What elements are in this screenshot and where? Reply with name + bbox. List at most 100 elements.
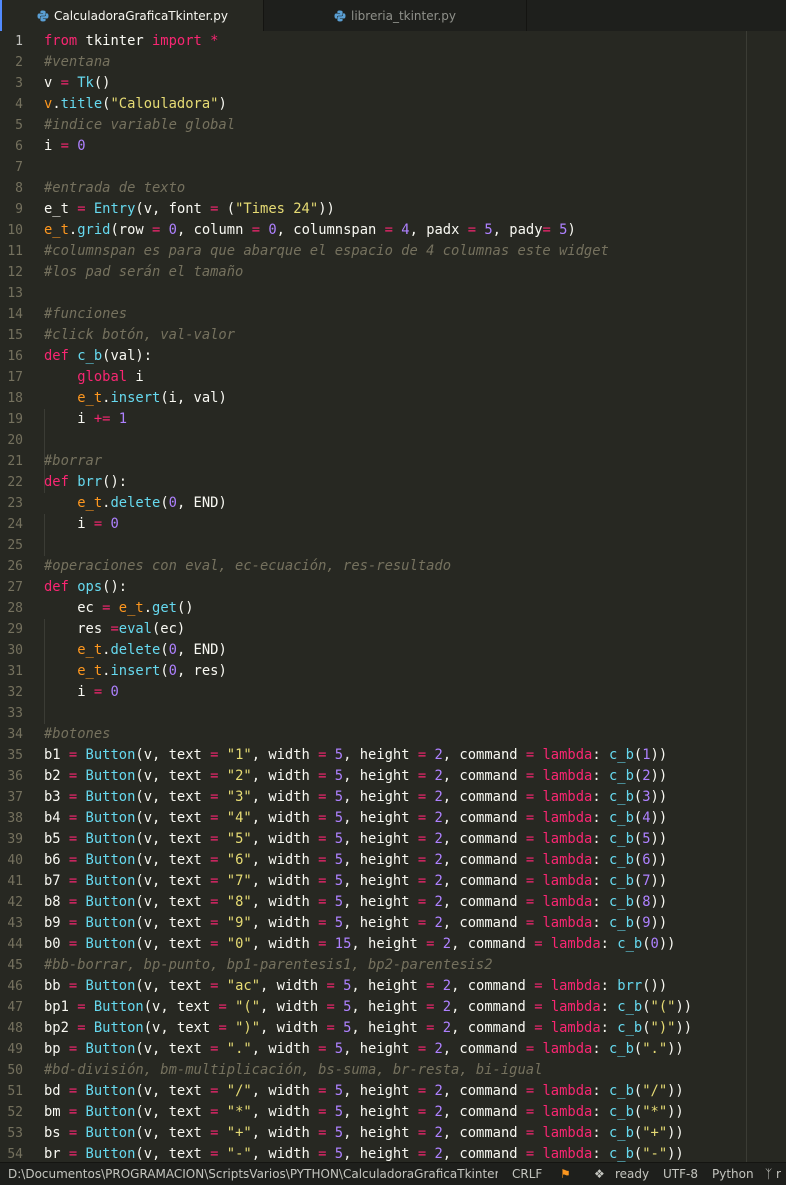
code-token: : xyxy=(592,1146,609,1162)
code-line[interactable]: #botones xyxy=(44,724,786,745)
github-icon[interactable]: ❖ xyxy=(594,1163,605,1185)
code-line[interactable] xyxy=(44,535,786,556)
code-line[interactable]: b3 = Button(v, text = "3", width = 5, he… xyxy=(44,787,786,808)
code-token: delete xyxy=(110,642,161,658)
code-token: c_b xyxy=(77,348,103,364)
code-content[interactable]: from tkinter import * #ventana v = Tk() v.t… xyxy=(44,31,786,1162)
code-token: (i, val) xyxy=(160,390,227,406)
code-line[interactable]: v = Tk() xyxy=(44,73,786,94)
code-line[interactable]: b8 = Button(v, text = "8", width = 5, he… xyxy=(44,892,786,913)
code-line[interactable]: e_t.insert(0, res) xyxy=(44,661,786,682)
code-line[interactable]: bm = Button(v, text = "*", width = 5, he… xyxy=(44,1102,786,1123)
code-token: )) xyxy=(650,831,668,847)
code-line[interactable]: b6 = Button(v, text = "6", width = 5, he… xyxy=(44,850,786,871)
file-path[interactable]: D:\Documentos\PROGRAMACION\ScriptsVarios… xyxy=(8,1163,498,1185)
line-number: 7 xyxy=(15,160,23,175)
code-line[interactable] xyxy=(44,283,786,304)
code-token: , res) xyxy=(176,663,227,679)
code-token: ( xyxy=(642,1020,651,1036)
code-line[interactable]: def ops(): xyxy=(44,577,786,598)
code-line[interactable]: #operaciones con eval, ec-ecuación, res-… xyxy=(44,556,786,577)
code-line[interactable]: #columnspan es para que abarque el espac… xyxy=(44,241,786,262)
status-ready[interactable]: ready xyxy=(615,1163,649,1185)
code-token: = xyxy=(93,516,103,532)
python-icon xyxy=(334,10,346,21)
encoding[interactable]: UTF-8 xyxy=(663,1163,698,1185)
code-token: : xyxy=(592,810,609,826)
code-line[interactable]: e_t.grid(row = 0, column = 0, columnspan… xyxy=(44,220,786,241)
code-line[interactable]: b4 = Button(v, text = "4", width = 5, he… xyxy=(44,808,786,829)
code-line[interactable]: #borrar xyxy=(44,451,786,472)
code-token: (v, text xyxy=(135,1104,211,1120)
code-line[interactable]: e_t.insert(i, val) xyxy=(44,388,786,409)
code-line[interactable]: i += 1 xyxy=(44,409,786,430)
code-line[interactable]: def brr(): xyxy=(44,472,786,493)
code-token: (v, text xyxy=(135,1146,211,1162)
code-line[interactable]: b5 = Button(v, text = "5", width = 5, he… xyxy=(44,829,786,850)
code-line[interactable]: b0 = Button(v, text = "0", width = 15, h… xyxy=(44,934,786,955)
grammar[interactable]: Python xyxy=(712,1163,754,1185)
notification-icon[interactable]: ⚑ xyxy=(560,1163,571,1185)
git-branch[interactable]: ᛉ r xyxy=(765,1163,781,1185)
branch-icon: ᛉ xyxy=(765,1167,773,1181)
code-line[interactable]: b9 = Button(v, text = "9", width = 5, he… xyxy=(44,913,786,934)
code-token: br xyxy=(44,1146,69,1162)
code-line[interactable]: v.title("Calouladora") xyxy=(44,94,786,115)
code-token: (v, text xyxy=(135,894,211,910)
code-token: c_b xyxy=(617,999,643,1015)
code-line[interactable]: from tkinter import * xyxy=(44,31,786,52)
code-line[interactable]: bp1 = Button(v, text = "(", width = 5, h… xyxy=(44,997,786,1018)
code-line[interactable]: b1 = Button(v, text = "1", width = 5, he… xyxy=(44,745,786,766)
code-line[interactable]: #ventana xyxy=(44,52,786,73)
code-editor[interactable]: 1 2 3 4 5 6 7 8 9 10 11 12 13 14 15 16 17 18 19 20 21 22 23 24 2… xyxy=(0,31,786,1162)
code-line[interactable]: br = Button(v, text = "-", width = 5, he… xyxy=(44,1144,786,1162)
code-line[interactable]: bp2 = Button(v, text = ")", width = 5, h… xyxy=(44,1018,786,1039)
code-line[interactable]: #bb-borrar, bp-punto, bp1-parentesis1, b… xyxy=(44,955,786,976)
code-line[interactable]: #entrada de texto xyxy=(44,178,786,199)
line-ending[interactable]: CRLF xyxy=(512,1163,542,1185)
code-line[interactable]: ec = e_t.get() xyxy=(44,598,786,619)
code-line[interactable]: e_t.delete(0, END) xyxy=(44,640,786,661)
code-token: , width xyxy=(251,810,319,826)
code-line[interactable]: #bd-división, bm-multiplicación, bs-suma… xyxy=(44,1060,786,1081)
code-line[interactable]: #los pad serán el tamaño xyxy=(44,262,786,283)
code-line[interactable]: e_t = Entry(v, font = ("Times 24")) xyxy=(44,199,786,220)
code-line[interactable]: res =eval(ec) xyxy=(44,619,786,640)
code-line[interactable]: #funciones xyxy=(44,304,786,325)
code-line[interactable]: bb = Button(v, text = "ac", width = 5, h… xyxy=(44,976,786,997)
code-line[interactable]: #click botón, val-valor xyxy=(44,325,786,346)
code-line[interactable] xyxy=(44,430,786,451)
code-line[interactable]: b7 = Button(v, text = "7", width = 5, he… xyxy=(44,871,786,892)
code-token: , height xyxy=(343,1146,418,1162)
code-token: bp2 xyxy=(44,1020,78,1036)
code-token: ( xyxy=(160,663,169,679)
code-line[interactable] xyxy=(44,703,786,724)
code-line[interactable]: global i xyxy=(44,367,786,388)
code-token: , height xyxy=(351,936,427,952)
code-line[interactable]: i = 0 xyxy=(44,514,786,535)
code-line[interactable]: bd = Button(v, text = "/", width = 5, he… xyxy=(44,1081,786,1102)
code-line[interactable]: def c_b(val): xyxy=(44,346,786,367)
code-line[interactable]: #indice variable global xyxy=(44,115,786,136)
code-line[interactable]: i = 0 xyxy=(44,136,786,157)
code-token: (v, text xyxy=(135,747,211,763)
code-line[interactable]: bp = Button(v, text = ".", width = 5, he… xyxy=(44,1039,786,1060)
code-line[interactable]: bs = Button(v, text = "+", width = 5, he… xyxy=(44,1123,786,1144)
code-line[interactable]: e_t.delete(0, END) xyxy=(44,493,786,514)
code-line[interactable]: i = 0 xyxy=(44,682,786,703)
code-token: ( xyxy=(642,936,651,952)
code-token: #los pad serán el tamaño xyxy=(44,264,244,280)
code-line[interactable] xyxy=(44,157,786,178)
tab-libreria[interactable]: libreria_tkinter.py xyxy=(263,0,527,31)
code-token: lambda xyxy=(542,1125,593,1141)
code-line[interactable]: b2 = Button(v, text = "2", width = 5, he… xyxy=(44,766,786,787)
code-token: "7" xyxy=(226,873,252,889)
code-token: 2 xyxy=(434,1104,443,1120)
code-token: : xyxy=(592,873,609,889)
tab-calculadora[interactable]: CalculadoraGraficaTkinter.py xyxy=(0,0,263,31)
